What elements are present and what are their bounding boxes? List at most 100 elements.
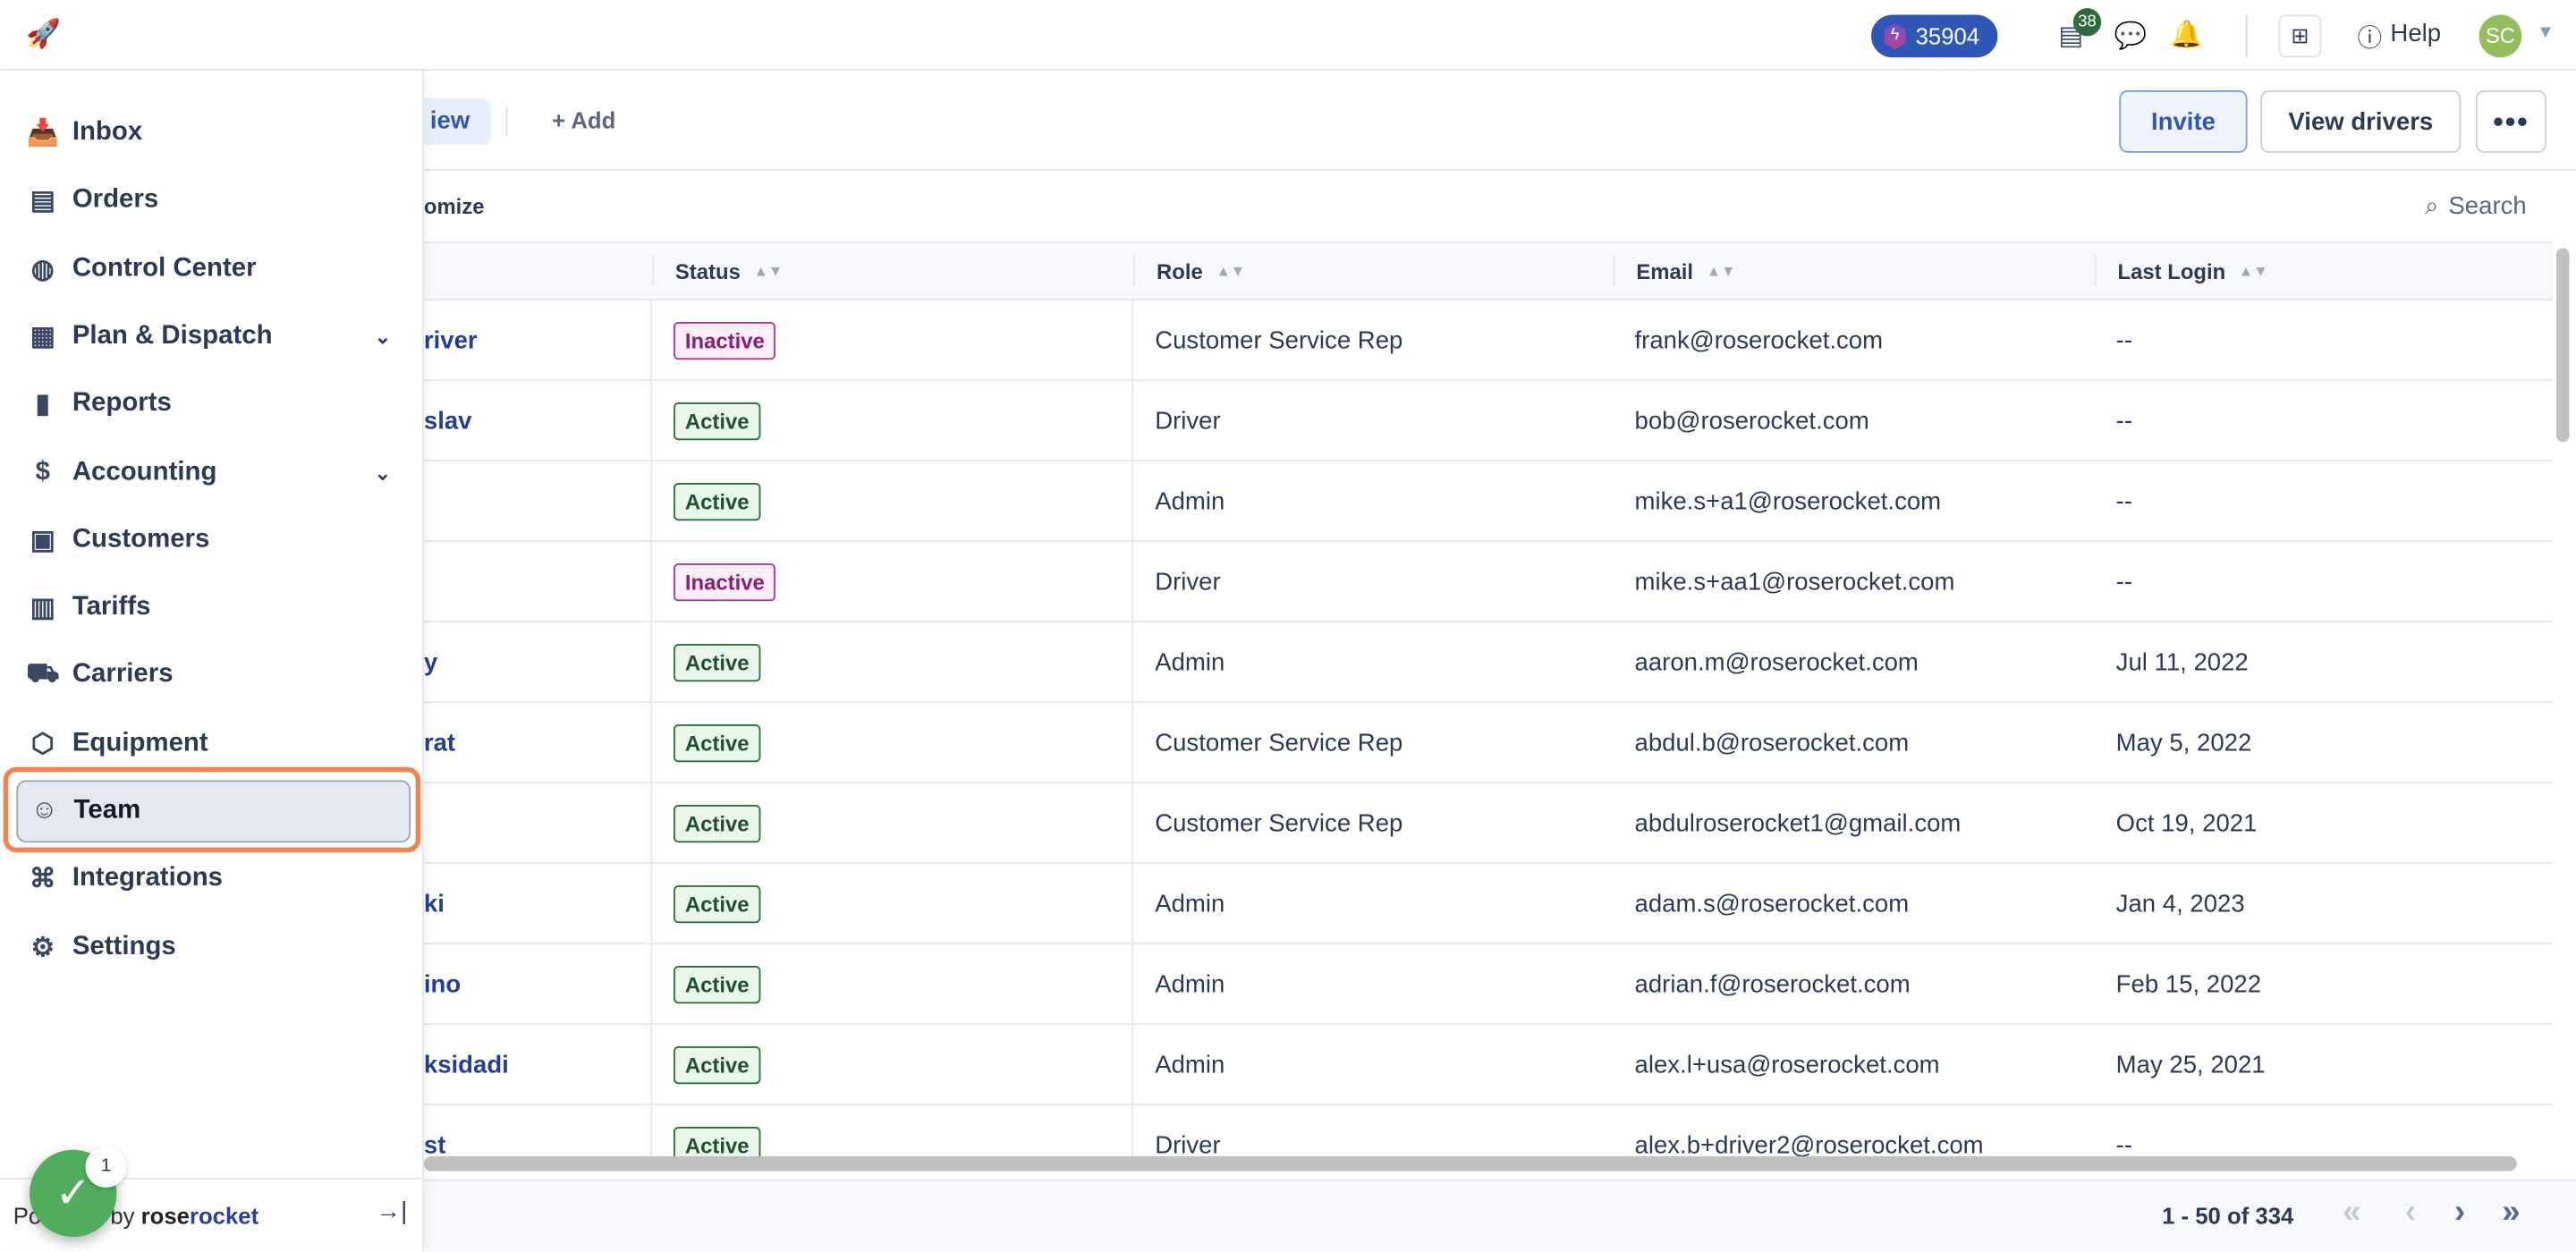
table-row[interactable]: ki Active Admin adam.s@roserocket.com Ja… bbox=[423, 864, 2554, 945]
user-name-link[interactable] bbox=[424, 461, 653, 541]
inbox-icon: 📥 bbox=[26, 120, 60, 148]
email-cell: mike.s+a1@roserocket.com bbox=[1634, 486, 1942, 515]
column-header-email[interactable]: Email ▲▼ bbox=[1613, 256, 2095, 286]
sidebar-item-inbox[interactable]: 📥 Inbox bbox=[16, 102, 411, 165]
more-options-button[interactable]: ••• bbox=[2475, 90, 2546, 153]
user-name-link[interactable] bbox=[424, 542, 653, 622]
table-row[interactable]: y Active Admin aaron.m@roserocket.com Ju… bbox=[423, 622, 2554, 704]
invite-button[interactable]: Invite bbox=[2119, 90, 2248, 153]
next-page-icon[interactable]: › bbox=[2454, 1194, 2465, 1231]
sidebar-item-integrations[interactable]: ⌘ Integrations bbox=[16, 848, 411, 910]
sidebar-item-label: Reports bbox=[72, 389, 172, 418]
customize-button[interactable]: omize bbox=[424, 194, 485, 219]
sort-icon: ▲▼ bbox=[1216, 262, 1246, 280]
help-button[interactable]: ⓘ Help bbox=[2358, 20, 2441, 55]
help-icon: ⓘ bbox=[2357, 24, 2383, 53]
bar-chart-icon: ▮ bbox=[35, 391, 50, 419]
table-row[interactable]: ino Active Admin adrian.f@roserocket.com… bbox=[423, 944, 2554, 1026]
sidebar-item-label: Customers bbox=[72, 525, 210, 554]
chat-icon[interactable]: 💬 bbox=[2114, 20, 2148, 53]
user-name-link[interactable]: rat bbox=[424, 703, 653, 782]
table-row[interactable]: st Active Driver alex.b+driver2@roserock… bbox=[424, 1105, 2553, 1162]
dollar-icon: $ bbox=[35, 457, 50, 486]
sidebar-item-reports[interactable]: ▮ Reports bbox=[16, 373, 411, 436]
last-login-cell: May 25, 2021 bbox=[2115, 1050, 2266, 1079]
prev-page-icon[interactable]: ‹ bbox=[2405, 1194, 2416, 1231]
sidebar-item-control-center[interactable]: ◍ Control Center bbox=[16, 238, 411, 300]
lightning-shield-icon: ϟ bbox=[1884, 22, 1906, 50]
status-badge: Active bbox=[674, 402, 761, 440]
sidebar-item-carriers[interactable]: ⛟ Carriers bbox=[16, 645, 411, 707]
main-content: iew + Add Invite View drivers ••• omize … bbox=[423, 70, 2576, 1252]
sidebar-item-label: Settings bbox=[72, 932, 176, 960]
vertical-scrollbar[interactable] bbox=[2555, 248, 2570, 443]
table-row[interactable]: slav Active Driver bob@roserocket.com -- bbox=[423, 381, 2554, 462]
collapse-sidebar-icon[interactable]: →| bbox=[377, 1197, 408, 1225]
user-name-link[interactable]: ino bbox=[424, 944, 653, 1024]
sidebar-item-plan-dispatch[interactable]: ▦ Plan & Dispatch ⌄ bbox=[16, 305, 411, 368]
chevron-down-icon[interactable]: ⌄ bbox=[375, 461, 391, 484]
role-cell: Admin bbox=[1155, 647, 1225, 676]
fab-count-badge: 1 bbox=[85, 1146, 127, 1188]
table-row[interactable]: rat Active Customer Service Rep abdul.b@… bbox=[423, 703, 2554, 784]
table-row[interactable]: Active Customer Service Rep abdulroseroc… bbox=[423, 783, 2554, 865]
email-cell: aaron.m@roserocket.com bbox=[1634, 647, 1919, 676]
last-page-icon[interactable]: » bbox=[2502, 1194, 2520, 1231]
divider bbox=[2245, 14, 2248, 58]
add-view-button[interactable]: + Add bbox=[552, 106, 615, 132]
apps-grid-button[interactable]: ⊞ bbox=[2278, 14, 2322, 58]
table-row[interactable]: river Inactive Customer Service Rep fran… bbox=[423, 300, 2554, 382]
sidebar-item-accounting[interactable]: $ Accounting ⌄ bbox=[16, 441, 411, 503]
bell-icon[interactable]: 🔔 bbox=[2170, 18, 2203, 51]
user-name-link[interactable]: ksidadi bbox=[424, 1025, 653, 1104]
last-login-cell: -- bbox=[2115, 406, 2133, 435]
sidebar-item-orders[interactable]: ▤ Orders bbox=[16, 170, 411, 233]
table-row[interactable]: Active Admin mike.s+a1@roserocket.com -- bbox=[423, 461, 2554, 543]
sidebar-item-customers[interactable]: ▣ Customers bbox=[16, 509, 411, 571]
user-name-link[interactable]: river bbox=[424, 300, 653, 380]
pagination-info: 1 - 50 of 334 bbox=[2162, 1202, 2294, 1229]
sidebar: 📥 Inbox ▤ Orders ◍ Control Center ▦ Plan & Disp… bbox=[0, 70, 424, 1252]
user-name-link[interactable]: slav bbox=[424, 381, 653, 461]
column-header-last-login[interactable]: Last Login ▲▼ bbox=[2094, 256, 2553, 286]
view-drivers-button[interactable]: View drivers bbox=[2260, 90, 2462, 153]
sidebar-item-settings[interactable]: ⚙ Settings bbox=[16, 916, 411, 978]
status-badge: Inactive bbox=[674, 321, 776, 360]
role-cell: Driver bbox=[1155, 406, 1221, 435]
email-cell: adam.s@roserocket.com bbox=[1634, 889, 1910, 918]
avatar[interactable]: SC bbox=[2479, 14, 2522, 58]
sidebar-item-label: Tariffs bbox=[72, 593, 151, 622]
status-badge: Inactive bbox=[674, 563, 776, 601]
points-badge[interactable]: ϟ 35904 bbox=[1871, 14, 1998, 58]
user-name-link[interactable] bbox=[424, 783, 653, 863]
first-page-icon[interactable]: « bbox=[2343, 1194, 2360, 1231]
user-name-link[interactable]: y bbox=[424, 622, 653, 702]
tab-view[interactable]: iew bbox=[423, 98, 492, 145]
user-name-link[interactable]: st bbox=[424, 1105, 653, 1162]
table-row[interactable]: Inactive Driver mike.s+aa1@roserocket.co… bbox=[423, 542, 2554, 623]
email-cell: bob@roserocket.com bbox=[1634, 406, 1869, 435]
email-cell: abdul.b@roserocket.com bbox=[1634, 728, 1910, 757]
sidebar-item-label: Accounting bbox=[72, 457, 217, 486]
caret-down-icon[interactable]: ▼ bbox=[2537, 23, 2555, 43]
status-badge: Active bbox=[674, 723, 761, 762]
column-header-role[interactable]: Role ▲▼ bbox=[1133, 256, 1613, 286]
search-icon: ⌕ bbox=[2424, 191, 2439, 221]
sidebar-item-equipment[interactable]: ⬡ Equipment bbox=[16, 713, 411, 775]
horizontal-scrollbar[interactable] bbox=[423, 1156, 2517, 1172]
integrations-icon: ⌘ bbox=[30, 866, 56, 894]
sidebar-item-tariffs[interactable]: ▥ Tariffs bbox=[16, 577, 411, 639]
calendar-icon: ▦ bbox=[30, 323, 55, 351]
table-row[interactable]: ksidadi Active Admin alex.l+usa@roserock… bbox=[423, 1025, 2554, 1106]
column-header-status[interactable]: Status ▲▼ bbox=[652, 256, 1133, 286]
tariff-icon: ▥ bbox=[30, 595, 55, 623]
box-icon: ⬡ bbox=[30, 730, 55, 758]
rocket-logo-icon[interactable]: 🚀 bbox=[26, 18, 61, 51]
chevron-down-icon[interactable]: ⌄ bbox=[375, 325, 391, 348]
notes-count-badge: 38 bbox=[2072, 8, 2102, 37]
email-cell: adrian.f@roserocket.com bbox=[1634, 969, 1911, 998]
user-name-link[interactable]: ki bbox=[424, 864, 653, 943]
search-button[interactable]: ⌕ Search bbox=[2425, 192, 2527, 220]
role-cell: Admin bbox=[1155, 1050, 1225, 1079]
sidebar-item-label: Inbox bbox=[72, 118, 143, 147]
